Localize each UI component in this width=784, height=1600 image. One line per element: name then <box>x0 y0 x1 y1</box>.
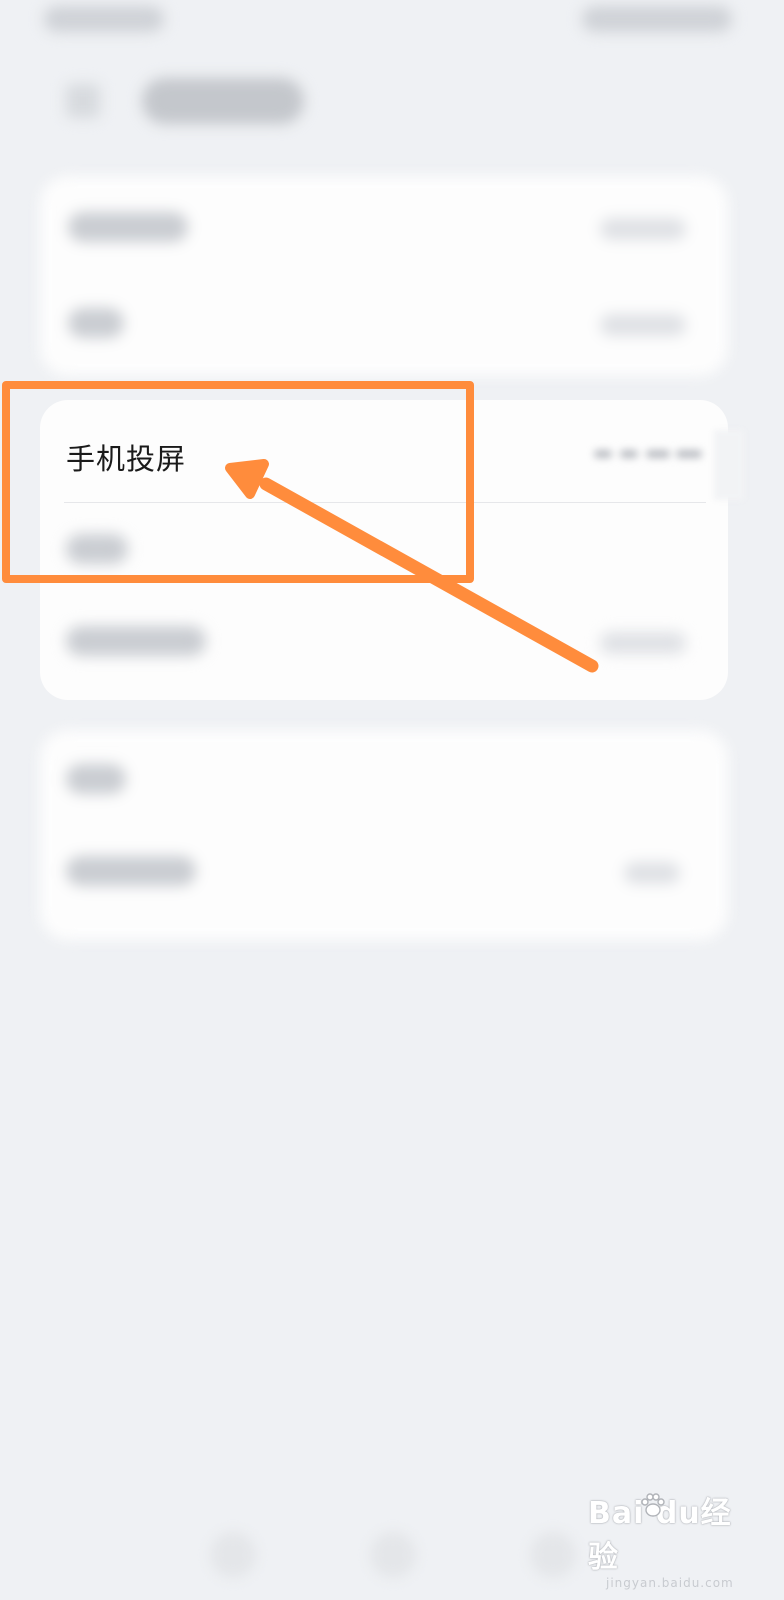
baidu-paw-icon <box>641 1493 665 1517</box>
baidu-watermark: Bai du经验 jingyan.baidu.com <box>588 1488 738 1590</box>
settings-item-value <box>600 314 686 336</box>
back-chevron-icon[interactable] <box>66 84 100 118</box>
settings-item-label <box>66 626 206 656</box>
settings-card-bottom <box>40 730 728 940</box>
row-chevron-icon <box>714 430 744 500</box>
settings-item-value <box>600 218 686 240</box>
status-bar-time <box>44 6 164 32</box>
status-bar-icons <box>582 6 732 32</box>
settings-item-label <box>66 856 196 886</box>
page-title <box>142 78 304 124</box>
annotation-highlight-box <box>2 381 474 583</box>
settings-item-value <box>600 632 686 654</box>
screen-cast-row-value <box>594 436 708 470</box>
watermark-url: jingyan.baidu.com <box>606 1576 734 1590</box>
settings-item-label <box>66 764 126 794</box>
settings-item-value <box>624 862 680 884</box>
settings-item-label <box>68 308 124 338</box>
settings-item-label <box>68 212 188 242</box>
settings-card-top <box>40 176 728 376</box>
